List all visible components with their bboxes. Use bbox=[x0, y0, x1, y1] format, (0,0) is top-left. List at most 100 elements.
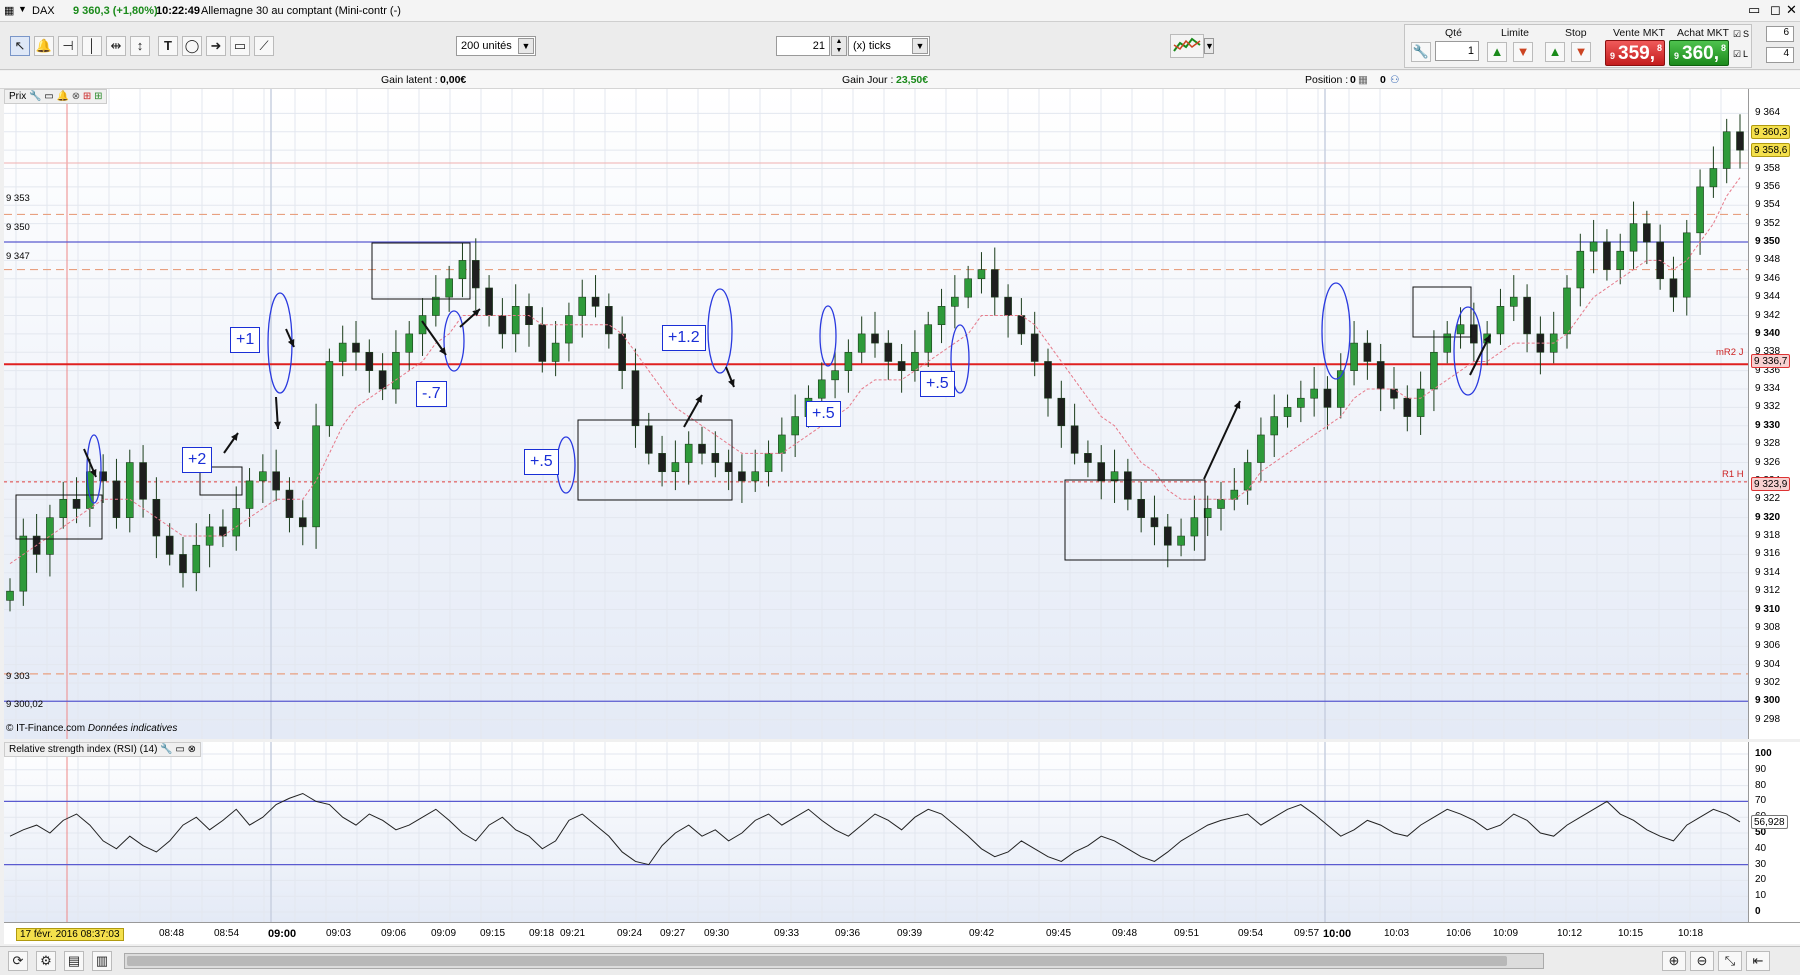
stop-label: Stop bbox=[1565, 27, 1587, 39]
rsi-tick-label: 30 bbox=[1755, 858, 1767, 870]
fit-icon[interactable]: ⤡ bbox=[1718, 951, 1742, 971]
annotation-label[interactable]: +1.2 bbox=[662, 325, 706, 351]
cursor-tool-icon[interactable]: ↖ bbox=[10, 36, 30, 56]
candle-body bbox=[1416, 388, 1425, 417]
wrench-icon[interactable]: 🔧 bbox=[29, 91, 41, 102]
trendline-tool-icon[interactable]: ⟋ bbox=[254, 36, 274, 56]
time-tick-label: 09:45 bbox=[1046, 928, 1072, 939]
rsi-chart[interactable]: Relative strength index (RSI) (14) 🔧 ▭ ⊗ bbox=[4, 742, 1748, 922]
refresh-icon[interactable]: ⟳ bbox=[8, 951, 28, 971]
horizontal-scrollbar[interactable] bbox=[124, 953, 1544, 969]
layout-icon[interactable]: ▥ bbox=[92, 951, 112, 971]
candle-body bbox=[1150, 517, 1159, 528]
add-panel-icon[interactable]: ⊞ bbox=[94, 91, 102, 102]
candle-body bbox=[871, 333, 879, 344]
rsi-axis[interactable]: 1009080706050403020100 56,928 bbox=[1748, 742, 1800, 922]
ellipse-tool-icon[interactable]: ◯ bbox=[182, 36, 202, 56]
close-icon[interactable]: ⊗ bbox=[188, 744, 196, 755]
settings-icon[interactable]: ⚙ bbox=[36, 951, 56, 971]
s-label: S bbox=[1743, 29, 1750, 39]
buy-market-button[interactable]: 9 360, 8 bbox=[1669, 40, 1729, 66]
chevron-down-icon[interactable]: ▼ bbox=[912, 38, 928, 54]
candle-body bbox=[245, 480, 254, 509]
rectangle-tool-icon[interactable]: ▭ bbox=[230, 36, 250, 56]
annotation-label[interactable]: +.5 bbox=[920, 371, 955, 397]
annotation-label[interactable]: +1 bbox=[230, 327, 261, 353]
stop-buy-icon[interactable]: ▲ bbox=[1545, 42, 1565, 62]
annotation-label[interactable]: +2 bbox=[182, 447, 213, 473]
close-icon[interactable]: ⊗ bbox=[72, 91, 80, 102]
sell-market-button[interactable]: 9 359, 8 bbox=[1605, 40, 1665, 66]
vertical-line-tool-icon[interactable]: │ bbox=[82, 36, 102, 56]
info-bar: Gain latent : 0,00€ Gain Jour : 23,50€ P… bbox=[0, 71, 1800, 89]
rsi-tick-label: 0 bbox=[1755, 906, 1761, 917]
ticks-input[interactable]: 21 bbox=[776, 36, 830, 56]
candle-body bbox=[924, 324, 933, 353]
chevron-down-icon[interactable]: ▼ bbox=[518, 38, 534, 54]
price-panel-header: Prix 🔧 ▭ 🔔 ⊗ ⊞ ⊞ bbox=[4, 89, 108, 104]
limit-buy-icon[interactable]: ▲ bbox=[1487, 42, 1507, 62]
price-tick-label: 9 356 bbox=[1755, 180, 1781, 192]
price-axis[interactable]: 9 3649 3629 3609 3589 3569 3549 3529 350… bbox=[1748, 89, 1800, 739]
annotation-label[interactable]: +.5 bbox=[524, 449, 559, 475]
bell-icon[interactable]: 🔔 bbox=[56, 91, 68, 102]
close-icon[interactable]: ✕ bbox=[1786, 2, 1797, 18]
chevron-down-icon[interactable]: ▼ bbox=[18, 4, 27, 14]
pivot-r1-tag: 9 323,9 bbox=[1751, 477, 1791, 491]
candle-body bbox=[817, 379, 826, 399]
minimize-icon[interactable]: ▭ bbox=[1748, 2, 1760, 18]
wrench-icon[interactable]: 🔧 bbox=[160, 744, 172, 755]
add-indicator-icon[interactable]: ⊞ bbox=[83, 91, 91, 102]
ticks-spinner-icon[interactable]: ▲ ▼ bbox=[831, 36, 847, 56]
collapse-icon[interactable]: ⇤ bbox=[1746, 951, 1770, 971]
window-icon[interactable]: ▭ bbox=[175, 744, 184, 755]
candle-body bbox=[471, 260, 480, 289]
zoom-in-icon[interactable]: ⊕ bbox=[1662, 951, 1686, 971]
candle-body bbox=[6, 590, 14, 601]
time-tick-label: 09:39 bbox=[897, 928, 923, 939]
candle-body bbox=[897, 361, 906, 371]
candle-body bbox=[392, 351, 400, 390]
alert-bell-icon[interactable]: 🔔 bbox=[34, 36, 54, 56]
position-value-1: 0 bbox=[1350, 74, 1356, 86]
s-checkbox-icon[interactable]: ☑ bbox=[1733, 29, 1741, 40]
candle-body bbox=[1044, 361, 1052, 399]
vertical-segment-tool-icon[interactable]: ↕ bbox=[130, 36, 150, 56]
annotation-label[interactable]: +.5 bbox=[806, 401, 841, 427]
price-chart[interactable]: Prix 🔧 ▭ 🔔 ⊗ ⊞ ⊞ 9 353 9 350 9 347 9 303… bbox=[4, 89, 1748, 739]
maximize-icon[interactable]: ◻ bbox=[1770, 2, 1781, 18]
annotation-label[interactable]: -.7 bbox=[416, 381, 447, 407]
candle-body bbox=[644, 425, 653, 454]
chart-type-icon[interactable] bbox=[1170, 34, 1204, 58]
zoom-out-icon[interactable]: ⊖ bbox=[1690, 951, 1714, 971]
stop-sell-icon[interactable]: ▼ bbox=[1571, 42, 1591, 62]
candle-body bbox=[1523, 296, 1531, 335]
window-icon[interactable]: ▭ bbox=[44, 91, 53, 102]
grid-icon[interactable]: ▦ bbox=[4, 4, 14, 17]
l-label: L bbox=[1743, 49, 1749, 59]
time-tick-label: 09:24 bbox=[617, 928, 643, 939]
candle-body bbox=[884, 342, 893, 362]
chevron-down-icon[interactable]: ▼ bbox=[1204, 38, 1214, 54]
candle-body bbox=[511, 306, 520, 335]
people-icon[interactable]: ⚇ bbox=[1390, 74, 1399, 86]
text-tool-icon[interactable]: T bbox=[158, 36, 178, 56]
time-tick-label: 10:00 bbox=[1323, 928, 1352, 940]
s-value[interactable]: 6 bbox=[1766, 26, 1794, 42]
time-tick-label: 08:48 bbox=[159, 928, 185, 939]
horizontal-segment-tool-icon[interactable]: ⇹ bbox=[106, 36, 126, 56]
arrow-tool-icon[interactable]: ➜ bbox=[206, 36, 226, 56]
time-tick-label: 09:54 bbox=[1238, 928, 1264, 939]
l-value[interactable]: 4 bbox=[1766, 47, 1794, 63]
save-icon[interactable]: ▤ bbox=[64, 951, 84, 971]
horizontal-line-tool-icon[interactable]: ⊣ bbox=[58, 36, 78, 56]
candle-body bbox=[1004, 296, 1012, 316]
l-checkbox-icon[interactable]: ☑ bbox=[1733, 49, 1741, 60]
wrench-icon[interactable]: 🔧 bbox=[1411, 42, 1431, 62]
qty-input[interactable]: 1 bbox=[1435, 41, 1479, 61]
calculator-icon[interactable]: ▦ bbox=[1358, 74, 1368, 86]
time-axis[interactable]: 08:48 08:54 09:00 09:03 09:06 09:09 09:15 09:18… bbox=[4, 922, 1800, 944]
scrollbar-thumb[interactable] bbox=[127, 956, 1507, 966]
symbol-label[interactable]: DAX bbox=[32, 5, 55, 17]
limit-sell-icon[interactable]: ▼ bbox=[1513, 42, 1533, 62]
